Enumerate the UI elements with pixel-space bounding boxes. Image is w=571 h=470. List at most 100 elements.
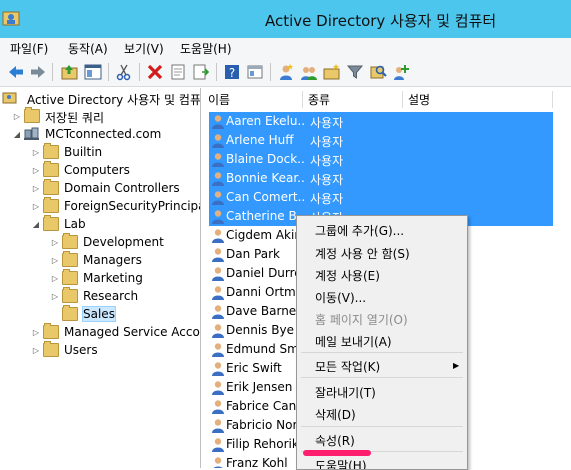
console-tree[interactable]: Active Directory 사용자 및 컴퓨터 ▷ 저장된 쿼리 ◢ MC… [0, 88, 201, 468]
user-icon [212, 343, 224, 357]
column-header-name[interactable]: 이름 [203, 91, 303, 108]
new-ou-icon[interactable] [322, 62, 342, 82]
forward-arrow-icon[interactable] [28, 62, 48, 82]
expand-arrow-icon[interactable]: ▷ [31, 148, 41, 158]
menu-item-move[interactable]: 이동(V)... [315, 289, 366, 306]
expand-arrow-icon[interactable]: ▷ [31, 166, 41, 176]
user-icon [212, 153, 224, 167]
user-icon [212, 248, 224, 262]
up-folder-icon[interactable] [60, 62, 80, 82]
show-console-tree-icon[interactable] [83, 62, 103, 82]
help-icon[interactable]: ? [222, 62, 242, 82]
user-icon [213, 457, 223, 468]
folder-icon [43, 161, 59, 177]
context-menu: 그룹에 추가(G)... 계정 사용 안 함(S) 계정 사용(E) 이동(V)… [296, 215, 468, 470]
user-icon [212, 438, 224, 452]
expand-arrow-icon[interactable]: ▷ [50, 238, 60, 248]
expand-arrow-icon[interactable]: ▷ [31, 184, 41, 194]
delete-icon[interactable] [145, 62, 165, 82]
tree-label: Active Directory 사용자 및 컴퓨터 [27, 93, 201, 107]
tree-label: MCTconnected.com [45, 127, 162, 141]
table-row[interactable]: Can Comert... 사용자 [203, 188, 571, 207]
user-icon [212, 419, 224, 433]
user-icon [212, 286, 224, 300]
user-icon [212, 134, 224, 148]
user-type-cell: 사용자 [310, 135, 344, 149]
menu-item-cut[interactable]: 잘라내기(T) [315, 384, 376, 401]
menu-file[interactable]: 파일(F) [10, 40, 48, 57]
tree-label: Computers [64, 163, 130, 177]
tree-label: Development [83, 235, 164, 249]
console-view-icon[interactable] [245, 62, 265, 82]
user-name-cell: Daniel Durrer [226, 266, 304, 280]
user-name-cell: Fabricio Noriega [226, 418, 304, 432]
tree-label: Managed Service Accou [64, 325, 201, 339]
menu-action[interactable]: 동작(A) [68, 40, 108, 57]
tree-label: Marketing [83, 271, 143, 285]
menu-item-delete[interactable]: 삭제(D) [315, 406, 356, 423]
menu-item-send-mail[interactable]: 메일 보내기(A) [315, 333, 392, 350]
user-name-cell: Dan Park [226, 247, 280, 261]
filter-icon[interactable] [345, 62, 365, 82]
user-icon [212, 229, 224, 243]
add-to-group-icon[interactable] [391, 62, 411, 82]
collapse-arrow-icon[interactable]: ◢ [31, 220, 41, 230]
expand-arrow-icon[interactable]: ▷ [50, 256, 60, 266]
menu-item-properties[interactable]: 속성(R) [315, 432, 355, 449]
table-row[interactable]: Blaine Dock... 사용자 [203, 150, 571, 169]
user-name-cell: Filip Rehorik [226, 437, 299, 451]
back-arrow-icon[interactable] [6, 62, 26, 82]
properties-sheet-icon[interactable] [168, 62, 188, 82]
tree-label: Lab [64, 217, 86, 231]
find-icon[interactable] [368, 62, 388, 82]
expand-arrow-icon[interactable]: ▷ [31, 202, 41, 212]
user-name-cell: Catherine B... [226, 209, 304, 223]
tree-label: Builtin [64, 145, 103, 159]
table-row[interactable]: Bonnie Kear... 사용자 [203, 169, 571, 188]
menu-item-add-to-group[interactable]: 그룹에 추가(G)... [315, 222, 404, 239]
user-name-cell: Arlene Huff [226, 133, 294, 147]
menu-item-disable-account[interactable]: 계정 사용 안 함(S) [315, 245, 410, 262]
tree-label: Domain Controllers [64, 181, 180, 195]
folder-icon [43, 197, 59, 213]
menu-view[interactable]: 보기(V) [124, 40, 164, 57]
user-type-cell: 사용자 [310, 173, 344, 187]
new-group-icon[interactable] [299, 62, 319, 82]
tree-label: Sales [82, 306, 116, 322]
expand-arrow-icon[interactable]: ▷ [31, 346, 41, 356]
ou-folder-icon [62, 269, 78, 285]
ou-folder-icon [43, 215, 59, 231]
menu-separator [301, 426, 463, 427]
expand-arrow-icon[interactable]: ▷ [31, 328, 41, 338]
toolbar-separator [270, 63, 271, 81]
toolbar-separator [139, 63, 140, 81]
table-row[interactable]: Arlene Huff 사용자 [203, 131, 571, 150]
table-row[interactable]: Aaren Ekelu... 사용자 [203, 112, 571, 131]
column-header-description[interactable]: 설명 [403, 91, 553, 108]
cut-icon[interactable] [114, 62, 134, 82]
toolbar: ? [0, 58, 571, 87]
tree-label: Managers [83, 253, 142, 267]
export-list-icon[interactable] [191, 62, 211, 82]
user-icon [212, 210, 224, 224]
user-name-cell: Eric Swift [226, 361, 282, 375]
new-user-icon[interactable] [276, 62, 296, 82]
menu-item-all-tasks[interactable]: 모든 작업(K) [315, 358, 380, 375]
expand-arrow-icon[interactable]: ▷ [50, 274, 60, 284]
expand-arrow-icon[interactable]: ▷ [12, 112, 22, 122]
user-icon [212, 172, 224, 186]
highlight-underline-mark [303, 450, 371, 456]
user-icon [212, 305, 224, 319]
menu-item-help[interactable]: 도움말(H) [315, 457, 367, 469]
folder-icon [43, 323, 59, 339]
menu-item-enable-account[interactable]: 계정 사용(E) [315, 267, 380, 284]
user-type-cell: 사용자 [310, 116, 344, 130]
submenu-arrow-icon: ▶ [453, 361, 460, 370]
menu-help[interactable]: 도움말(H) [180, 40, 232, 57]
column-header-type[interactable]: 종류 [303, 91, 403, 108]
user-name-cell: Dave Barnett [226, 304, 304, 318]
collapse-arrow-icon[interactable]: ◢ [12, 130, 22, 140]
user-name-cell: Blaine Dock... [226, 152, 304, 166]
expand-arrow-icon[interactable]: ▷ [50, 292, 60, 302]
ou-folder-icon [62, 233, 78, 249]
